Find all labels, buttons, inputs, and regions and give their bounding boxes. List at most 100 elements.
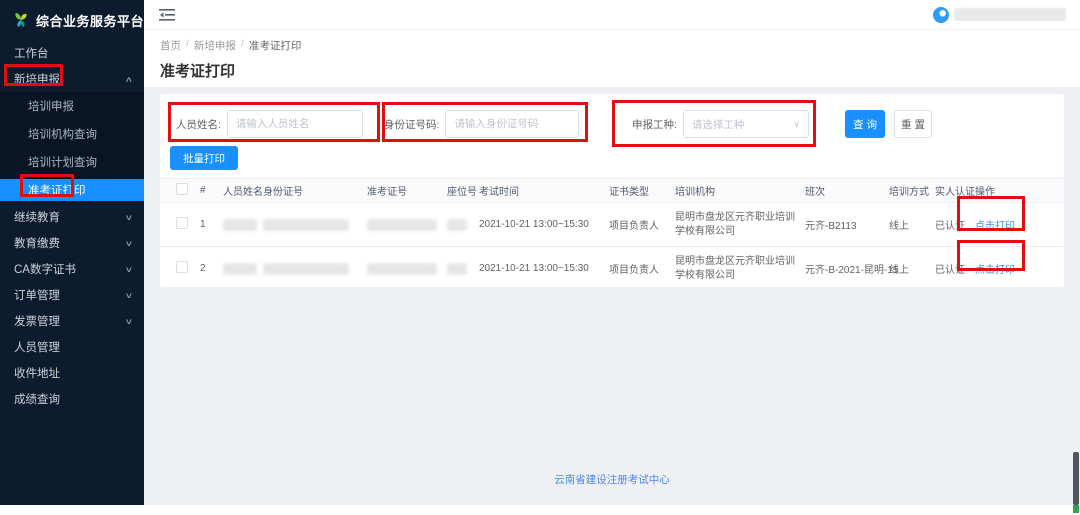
cell-id-no xyxy=(263,203,367,247)
sidebar-item-score-query[interactable]: 成绩查询 xyxy=(0,386,144,412)
id-number-filter: 身份证号码: xyxy=(384,110,579,138)
row-checkbox[interactable] xyxy=(176,261,188,273)
breadcrumb-separator: / xyxy=(186,38,189,53)
cell-action: 点击打印 xyxy=(975,247,1064,291)
redacted-name xyxy=(223,219,257,231)
redacted-id_no xyxy=(263,263,349,275)
row-checkbox[interactable] xyxy=(176,217,188,229)
select-all-checkbox[interactable] xyxy=(176,183,188,195)
job-type-filter-label: 申报工种: xyxy=(632,117,677,132)
table-header-row: # 人员姓名 身份证号 准考证号 座位号 考试时间 证书类型 培训机构 班次 培… xyxy=(160,179,1064,203)
print-link[interactable]: 点击打印 xyxy=(975,265,1015,276)
app-logo-icon xyxy=(13,11,29,29)
cell-mode: 线上 xyxy=(889,203,935,247)
sidebar-item-new-training-apply[interactable]: 新培申报∧ xyxy=(0,66,144,92)
name-filter: 人员姓名: xyxy=(176,110,363,138)
cell-class-no: 元齐-B2113 xyxy=(805,203,889,247)
sidebar-item-order-management[interactable]: 订单管理∨ xyxy=(0,282,144,308)
breadcrumb-separator: / xyxy=(241,38,244,53)
job-type-select-placeholder: 请选择工种 xyxy=(692,117,745,132)
sidebar-item-workbench[interactable]: 工作台 xyxy=(0,40,144,66)
redacted-seat_no xyxy=(447,219,467,231)
caret-down-icon: ∨ xyxy=(125,213,134,222)
breadcrumb-item[interactable]: 准考证打印 xyxy=(249,38,302,53)
col-id-no: 身份证号 xyxy=(263,179,367,203)
cell-ticket-no xyxy=(367,247,447,291)
col-exam-time: 考试时间 xyxy=(479,179,609,203)
print-link[interactable]: 点击打印 xyxy=(975,221,1015,232)
sidebar-item-ca-certificate[interactable]: CA数字证书∨ xyxy=(0,256,144,282)
query-button[interactable]: 查 询 xyxy=(845,110,885,138)
cell-ticket-no xyxy=(367,203,447,247)
caret-up-icon: ∧ xyxy=(125,75,134,84)
user-name-redacted xyxy=(954,8,1066,21)
cell-exam-time: 2021-10-21 13:00~15:30 xyxy=(479,203,609,247)
menu-fold-icon[interactable] xyxy=(159,8,175,22)
chevron-down-icon: ∨ xyxy=(793,119,800,130)
caret-down-icon: ∨ xyxy=(125,265,134,274)
cell-index: 1 xyxy=(200,203,223,247)
page-title: 准考证打印 xyxy=(160,60,1080,81)
main-area: 首页 / 新培申报 / 准考证打印 准考证打印 人员姓名: 身份证号码: 申报工种: 请… xyxy=(144,0,1080,515)
footer-link[interactable]: 云南省建设注册考试中心 xyxy=(554,474,670,486)
redacted-ticket_no xyxy=(367,219,437,231)
submenu-new-training-apply: 培训申报培训机构查询培训计划查询准考证打印 xyxy=(0,92,144,201)
sidebar-item-invoice-management[interactable]: 发票管理∨ xyxy=(0,308,144,334)
redacted-id_no xyxy=(263,219,349,231)
id-number-filter-input[interactable] xyxy=(445,110,579,138)
sidebar-nav: 工作台新培申报∧培训申报培训机构查询培训计划查询准考证打印继续教育∨教育缴费∨C… xyxy=(0,40,144,412)
content-area: 人员姓名: 身份证号码: 申报工种: 请选择工种 ∨ 查 询 重 置 批量打印 xyxy=(144,88,1080,515)
col-ticket-no: 准考证号 xyxy=(367,179,447,203)
col-name: 人员姓名 xyxy=(223,179,263,203)
col-identity-check: 实人认证 xyxy=(935,179,975,203)
name-filter-input[interactable] xyxy=(227,110,363,138)
sidebar-item-continuing-education[interactable]: 继续教育∨ xyxy=(0,204,144,230)
cell-org: 昆明市盘龙区元齐职业培训学校有限公司 xyxy=(675,247,805,291)
sidebar-item-education-payment[interactable]: 教育缴费∨ xyxy=(0,230,144,256)
caret-down-icon: ∨ xyxy=(125,317,134,326)
bottom-strip xyxy=(0,505,1080,515)
sidebar-item-training-plan-query[interactable]: 培训计划查询 xyxy=(0,148,144,176)
breadcrumb: 首页 / 新培申报 / 准考证打印 xyxy=(160,38,1080,53)
user-avatar-icon[interactable] xyxy=(933,7,949,23)
name-filter-label: 人员姓名: xyxy=(176,117,221,132)
vertical-scrollbar-thumb[interactable] xyxy=(1073,452,1079,505)
cell-name xyxy=(223,203,263,247)
col-class-no: 班次 xyxy=(805,179,889,203)
cell-index: 2 xyxy=(200,247,223,291)
app-title: 综合业务服务平台 xyxy=(36,11,144,30)
cell-mode: 线上 xyxy=(889,247,935,291)
breadcrumb-item[interactable]: 新培申报 xyxy=(194,38,236,53)
cell-cert-type: 项目负责人 xyxy=(609,203,675,247)
cell-exam-time: 2021-10-21 13:00~15:30 xyxy=(479,247,609,291)
sidebar: 综合业务服务平台 工作台新培申报∧培训申报培训机构查询培训计划查询准考证打印继续… xyxy=(0,0,144,505)
redacted-ticket_no xyxy=(367,263,437,275)
batch-print-button[interactable]: 批量打印 xyxy=(170,146,238,170)
cell-cert-type: 项目负责人 xyxy=(609,247,675,291)
app-logo: 综合业务服务平台 xyxy=(0,0,144,40)
job-type-filter: 申报工种: 请选择工种 ∨ xyxy=(632,110,809,138)
col-org: 培训机构 xyxy=(675,179,805,203)
table-row: 2 2021-10-21 13:00~15:30 项目负责人 昆明市盘龙区元齐职… xyxy=(160,247,1064,291)
sidebar-item-shipping-address[interactable]: 收件地址 xyxy=(0,360,144,386)
reset-button[interactable]: 重 置 xyxy=(894,110,932,138)
sidebar-item-training-org-query[interactable]: 培训机构查询 xyxy=(0,120,144,148)
redacted-name xyxy=(223,263,257,275)
filter-table-card: 人员姓名: 身份证号码: 申报工种: 请选择工种 ∨ 查 询 重 置 批量打印 xyxy=(160,94,1064,287)
col-index: # xyxy=(200,179,223,203)
cell-identity-check: 已认证 xyxy=(935,247,975,291)
breadcrumb-item[interactable]: 首页 xyxy=(160,38,181,53)
footer: 云南省建设注册考试中心 xyxy=(144,472,1080,487)
table-row: 1 2021-10-21 13:00~15:30 项目负责人 昆明市盘龙区元齐职… xyxy=(160,203,1064,247)
exam-ticket-table: # 人员姓名 身份证号 准考证号 座位号 考试时间 证书类型 培训机构 班次 培… xyxy=(160,178,1064,291)
caret-down-icon: ∨ xyxy=(125,291,134,300)
cell-name xyxy=(223,247,263,291)
caret-down-icon: ∨ xyxy=(125,239,134,248)
sidebar-item-exam-ticket-print[interactable]: 准考证打印 xyxy=(0,179,144,201)
job-type-select[interactable]: 请选择工种 ∨ xyxy=(683,110,809,138)
page-header: 首页 / 新培申报 / 准考证打印 准考证打印 xyxy=(144,30,1080,87)
cell-action: 点击打印 xyxy=(975,203,1064,247)
sidebar-item-training-apply[interactable]: 培训申报 xyxy=(0,92,144,120)
sidebar-item-personnel-management[interactable]: 人员管理 xyxy=(0,334,144,360)
col-action: 操作 xyxy=(975,179,1064,203)
